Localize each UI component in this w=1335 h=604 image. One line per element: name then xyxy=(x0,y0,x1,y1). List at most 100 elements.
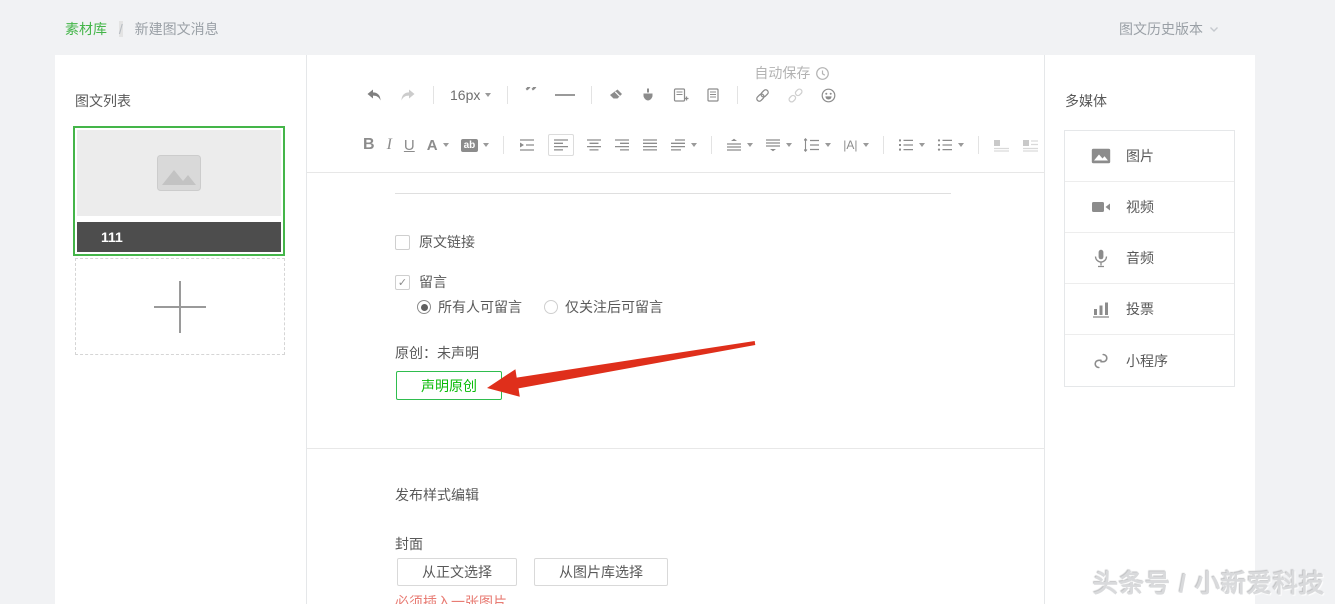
article-card-selected[interactable]: 111 xyxy=(73,126,285,256)
undo-button[interactable] xyxy=(365,87,383,103)
letter-spacing-button[interactable]: |A| xyxy=(843,138,868,152)
scope-all-radio[interactable] xyxy=(417,300,431,314)
section-divider xyxy=(307,448,1045,449)
comment-scope-row: 所有人可留言 仅关注后可留言 xyxy=(417,297,663,317)
media-item-vote[interactable]: 投票 xyxy=(1065,284,1234,335)
indent-button[interactable] xyxy=(518,138,536,152)
bar-chart-icon xyxy=(1091,301,1111,318)
first-line-indent-button[interactable] xyxy=(670,138,697,152)
select-from-gallery-button[interactable]: 从图片库选择 xyxy=(534,558,668,586)
history-versions-dropdown[interactable]: 图文历史版本 xyxy=(1119,19,1220,39)
align-right-button[interactable] xyxy=(614,138,630,152)
space-after-icon xyxy=(765,138,781,152)
autosave-label: 自动保存 xyxy=(754,63,810,83)
comment-checkbox[interactable]: ✓ xyxy=(395,275,410,290)
toolbar-separator xyxy=(591,86,592,104)
cover-label: 封面 xyxy=(395,534,423,554)
line-height-button[interactable] xyxy=(804,138,831,152)
redo-button[interactable] xyxy=(399,87,417,103)
media-item-label: 音频 xyxy=(1126,248,1154,268)
align-center-button[interactable] xyxy=(586,138,602,152)
scope-followers-radio[interactable] xyxy=(544,300,558,314)
insert-link-button[interactable] xyxy=(754,87,771,104)
autosave-status: 自动保存 xyxy=(754,63,830,83)
source-link-row: 原文链接 xyxy=(395,232,475,252)
add-article-button[interactable] xyxy=(75,258,285,355)
breadcrumb-separator: / xyxy=(119,21,123,37)
bold-button[interactable]: B xyxy=(363,136,375,154)
horizontal-rule-button[interactable] xyxy=(555,94,575,96)
breadcrumb: 素材库 / 新建图文消息 xyxy=(65,19,219,39)
article-thumbnail xyxy=(77,130,281,216)
image-placeholder-icon xyxy=(156,154,202,192)
caret-down-icon xyxy=(825,143,831,147)
article-title: 111 xyxy=(101,229,123,245)
toolbar-row-1: 16px ” xyxy=(357,77,845,113)
italic-button[interactable]: I xyxy=(387,136,392,154)
scope-all-label: 所有人可留言 xyxy=(438,297,522,317)
page: 素材库 / 新建图文消息 图文历史版本 图文列表 111 xyxy=(0,0,1335,604)
publish-style-title: 发布样式编辑 xyxy=(395,485,479,505)
font-color-button[interactable]: A xyxy=(427,137,449,154)
highlight-color-button[interactable]: ab xyxy=(461,139,490,152)
breadcrumb-material-library[interactable]: 素材库 xyxy=(65,21,107,37)
format-painter-icon xyxy=(640,87,656,103)
caret-down-icon xyxy=(958,143,964,147)
image-icon xyxy=(1091,148,1111,164)
letter-spacing-icon: |A| xyxy=(843,138,857,152)
toolbar-separator xyxy=(507,86,508,104)
multimedia-list: 图片 视频 音频 投票 xyxy=(1064,130,1235,387)
caret-down-icon xyxy=(863,143,869,147)
template-button[interactable] xyxy=(705,87,721,103)
ordered-list-icon xyxy=(898,138,914,152)
unordered-list-button[interactable] xyxy=(937,138,964,152)
italic-icon: I xyxy=(387,136,392,154)
font-size-select[interactable]: 16px xyxy=(450,87,491,103)
media-item-miniprogram[interactable]: 小程序 xyxy=(1065,335,1234,386)
media-item-label: 小程序 xyxy=(1126,351,1168,371)
select-from-article-button[interactable]: 从正文选择 xyxy=(397,558,517,586)
toolbar-separator xyxy=(978,136,979,154)
source-link-checkbox[interactable] xyxy=(395,235,410,250)
media-item-image[interactable]: 图片 xyxy=(1065,131,1234,182)
remove-link-button[interactable] xyxy=(787,87,804,104)
blockquote-button[interactable]: ” xyxy=(524,87,539,103)
media-item-audio[interactable]: 音频 xyxy=(1065,233,1234,284)
ordered-list-button[interactable] xyxy=(898,138,925,152)
clock-icon xyxy=(815,66,830,81)
align-left-button[interactable] xyxy=(548,134,574,156)
radio-dot xyxy=(421,304,428,311)
multimedia-panel: 多媒体 图片 视频 音频 xyxy=(1045,55,1255,604)
toolbar-separator xyxy=(503,136,504,154)
source-link-label: 原文链接 xyxy=(419,232,475,252)
align-left-icon xyxy=(553,138,569,152)
image-inline-left-button[interactable] xyxy=(1022,139,1039,152)
declare-original-button[interactable]: 声明原创 xyxy=(396,371,502,400)
clear-format-button[interactable] xyxy=(608,87,624,103)
align-justify-icon xyxy=(642,138,658,152)
history-versions-label: 图文历史版本 xyxy=(1119,19,1203,39)
underline-button[interactable]: U xyxy=(404,137,415,154)
chevron-down-icon xyxy=(1208,23,1220,35)
format-painter-button[interactable] xyxy=(640,87,656,103)
cover-warning-text: 必须插入一张图片 xyxy=(395,592,507,604)
emoji-button[interactable] xyxy=(820,87,837,104)
highlight-icon: ab xyxy=(461,139,479,152)
toolbar-separator xyxy=(737,86,738,104)
caret-down-icon xyxy=(691,143,697,147)
image-float-left-button[interactable] xyxy=(993,139,1010,152)
article-list-title: 图文列表 xyxy=(75,91,131,111)
insert-card-button[interactable] xyxy=(672,87,689,103)
caret-down-icon xyxy=(443,143,449,147)
link-icon xyxy=(754,87,771,104)
space-after-button[interactable] xyxy=(765,138,792,152)
comment-row: ✓ 留言 xyxy=(395,272,447,292)
font-color-icon: A xyxy=(427,137,438,154)
space-before-button[interactable] xyxy=(726,138,753,152)
caret-down-icon xyxy=(919,143,925,147)
eraser-icon xyxy=(608,87,624,103)
line-height-icon xyxy=(804,138,820,152)
article-title-bar: 111 xyxy=(77,222,281,252)
media-item-video[interactable]: 视频 xyxy=(1065,182,1234,233)
align-justify-button[interactable] xyxy=(642,138,658,152)
